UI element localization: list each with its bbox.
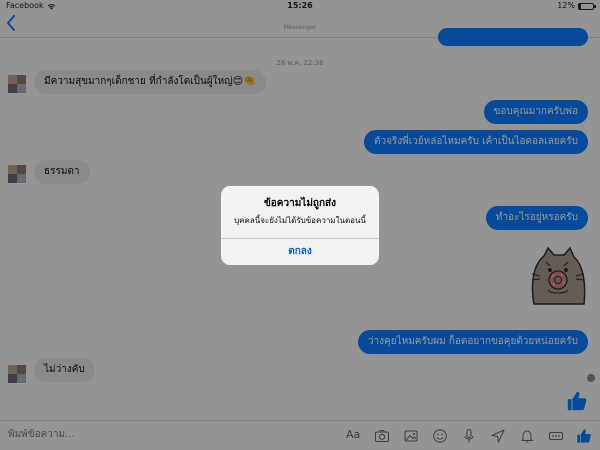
ok-button[interactable]: ตกลง	[221, 239, 379, 265]
alert-title: ข้อความไม่ถูกส่ง	[263, 198, 337, 209]
alert-dialog: ข้อความไม่ถูกส่ง บุคคลนี้จะยังไม่ได้รับข…	[221, 186, 379, 265]
alert-message: บุคคลนี้จะยังไม่ได้รับข้อความในตอนนี้	[234, 216, 366, 225]
